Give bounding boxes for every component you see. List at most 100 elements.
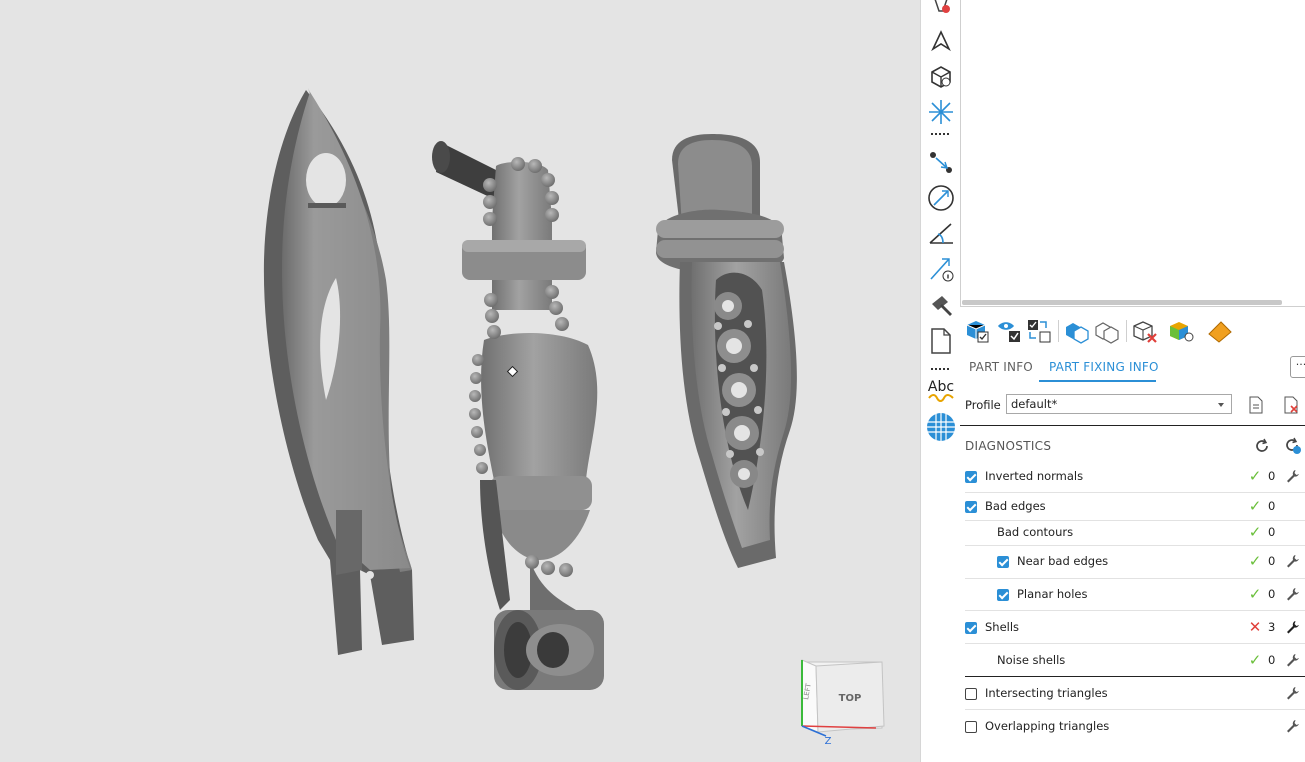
hammer-tool-icon[interactable] xyxy=(921,288,961,322)
part-blade[interactable] xyxy=(263,88,414,655)
inverted-normals-checkbox[interactable] xyxy=(965,471,977,483)
refresh-icon[interactable] xyxy=(1252,437,1272,455)
icon-row-separator-2 xyxy=(1126,320,1127,342)
diag-row-near-bad-edges: Near bad edges ✓ 0 xyxy=(960,548,1305,576)
diag-row-label: Bad edges xyxy=(985,499,1046,513)
error-x-icon: ✕ xyxy=(1248,618,1262,636)
wrench-icon[interactable] xyxy=(1285,718,1301,734)
fix-actions-toolbar xyxy=(960,316,1305,348)
diag-row-shells: Shells ✕ 3 xyxy=(960,614,1305,642)
diag-count: 0 xyxy=(1268,653,1276,667)
measure-diameter-icon[interactable] xyxy=(921,181,961,215)
model-scene[interactable] xyxy=(0,0,920,762)
shells-checkbox[interactable] xyxy=(965,622,977,634)
diag-count: 0 xyxy=(1268,525,1276,539)
wrench-icon[interactable] xyxy=(1285,586,1301,602)
diag-row-label: Inverted normals xyxy=(985,469,1084,483)
intersecting-triangles-checkbox[interactable] xyxy=(965,688,977,700)
diag-row-inverted-normals: Inverted normals ✓ 0 xyxy=(960,463,1305,491)
diag-row-label: Overlapping triangles xyxy=(985,719,1110,733)
active-tab-indicator xyxy=(1039,380,1156,382)
diag-count: 0 xyxy=(1268,469,1276,483)
shells-icon[interactable] xyxy=(1062,316,1092,346)
text-annotation-icon[interactable]: Abc xyxy=(921,374,961,408)
surface-icon[interactable] xyxy=(1204,316,1234,346)
more-options-button[interactable]: ··· xyxy=(1290,356,1305,378)
wrench-icon[interactable] xyxy=(1285,553,1301,569)
measure-info-icon[interactable] xyxy=(921,252,961,286)
profile-row: Profile default* xyxy=(960,393,1305,417)
document-icon[interactable] xyxy=(921,324,961,358)
row-divider xyxy=(965,643,1305,644)
select-triangle-icon[interactable] xyxy=(921,24,961,58)
divider xyxy=(960,425,1305,426)
text-annotation-label: Abc xyxy=(927,379,955,395)
select-checked-icon[interactable] xyxy=(1024,316,1054,346)
row-divider xyxy=(965,709,1305,710)
near-bad-edges-checkbox[interactable] xyxy=(997,556,1009,568)
mesh-grid-icon[interactable] xyxy=(921,410,961,444)
diag-row-label: Near bad edges xyxy=(1017,554,1109,568)
diagnostics-title: DIAGNOSTICS xyxy=(965,439,1052,453)
diag-row-overlapping-triangles: Overlapping triangles xyxy=(960,713,1305,741)
diag-row-intersecting-triangles: Intersecting triangles xyxy=(960,680,1305,708)
profile-value: default* xyxy=(1011,397,1058,411)
wrench-icon[interactable] xyxy=(1285,468,1301,484)
point-selection-icon[interactable] xyxy=(921,95,961,129)
wrench-icon[interactable] xyxy=(1285,619,1301,635)
row-divider xyxy=(965,610,1305,611)
check-icon: ✓ xyxy=(1248,467,1262,485)
part-fixing-panel: PART INFO PART FIXING INFO ··· Profile d… xyxy=(960,0,1305,762)
preview-scrollbar[interactable] xyxy=(962,300,1282,305)
tab-part-fixing-info[interactable]: PART FIXING INFO xyxy=(1049,360,1159,374)
check-icon: ✓ xyxy=(1248,585,1262,603)
profile-label: Profile xyxy=(965,398,1001,412)
mark-tool-icon[interactable] xyxy=(921,0,961,24)
row-divider xyxy=(965,578,1305,579)
wrench-icon[interactable] xyxy=(1285,685,1301,701)
visibility-toggle-icon[interactable] xyxy=(994,316,1024,346)
profile-dropdown[interactable]: default* xyxy=(1006,394,1232,414)
edit-profile-icon[interactable] xyxy=(1246,395,1266,415)
diag-row-label: Intersecting triangles xyxy=(985,686,1108,700)
diag-row-bad-contours: Bad contours ✓ 0 xyxy=(960,519,1305,547)
vertical-toolbar: Abc xyxy=(920,0,961,762)
select-part-icon[interactable] xyxy=(921,60,961,94)
check-icon: ✓ xyxy=(1248,497,1262,515)
part-handle[interactable] xyxy=(432,141,604,690)
measure-points-icon[interactable] xyxy=(921,145,961,179)
diag-row-label: Shells xyxy=(985,620,1020,634)
preview-area xyxy=(960,0,1305,307)
view-cube-axis-label: Z xyxy=(825,736,832,747)
row-divider xyxy=(965,545,1305,546)
part-sheath[interactable] xyxy=(656,134,797,568)
check-icon: ✓ xyxy=(1248,651,1262,669)
diag-row-label: Bad contours xyxy=(997,525,1074,539)
diag-row-label: Noise shells xyxy=(997,653,1066,667)
diag-row-planar-holes: Planar holes ✓ 0 xyxy=(960,581,1305,609)
overlapping-triangles-checkbox[interactable] xyxy=(965,721,977,733)
diag-row-bad-edges: Bad edges ✓ 0 xyxy=(960,493,1305,521)
update-part-icon[interactable] xyxy=(962,316,992,346)
check-icon: ✓ xyxy=(1248,523,1262,541)
diag-count: 3 xyxy=(1268,620,1276,634)
wrench-icon[interactable] xyxy=(1285,652,1301,668)
bad-edges-checkbox[interactable] xyxy=(965,501,977,513)
view-cube[interactable]: TOP LEFT Z xyxy=(796,652,892,748)
diag-count: 0 xyxy=(1268,587,1276,601)
3d-viewport[interactable]: TOP LEFT Z xyxy=(0,0,920,762)
tab-part-info[interactable]: PART INFO xyxy=(969,360,1033,374)
check-icon: ✓ xyxy=(1248,552,1262,570)
auto-refresh-icon[interactable] xyxy=(1283,437,1303,455)
noise-shells-icon[interactable] xyxy=(1092,316,1122,346)
measure-angle-icon[interactable] xyxy=(921,217,961,251)
color-shells-icon[interactable] xyxy=(1166,316,1196,346)
delete-profile-icon[interactable] xyxy=(1281,395,1301,415)
diag-count: 0 xyxy=(1268,554,1276,568)
planar-holes-checkbox[interactable] xyxy=(997,589,1009,601)
diag-count: 0 xyxy=(1268,499,1276,513)
delete-shell-icon[interactable] xyxy=(1130,316,1160,346)
chevron-down-icon xyxy=(1218,403,1224,407)
section-divider xyxy=(965,676,1305,677)
diag-row-label: Planar holes xyxy=(1017,587,1088,601)
